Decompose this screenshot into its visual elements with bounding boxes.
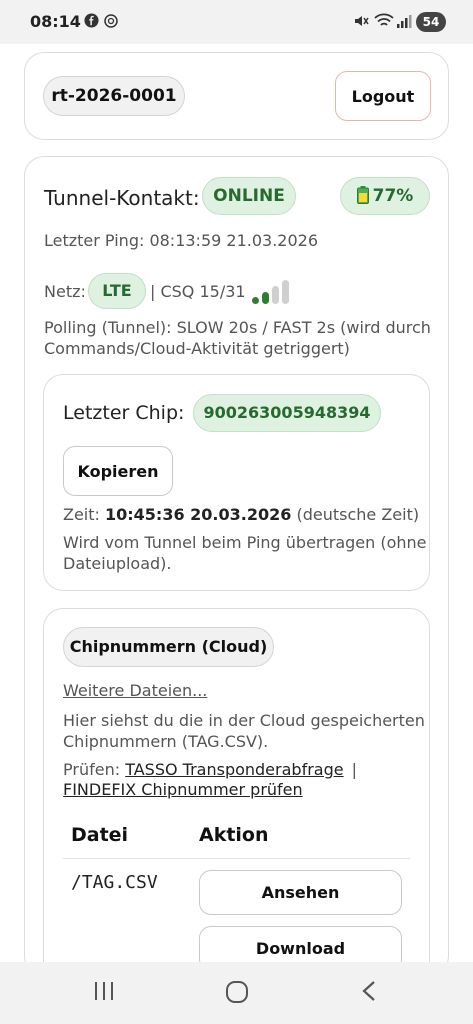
- more-files-link[interactable]: Weitere Dateien...: [63, 680, 207, 701]
- back-icon[interactable]: [360, 980, 378, 1008]
- chip-number-badge: 900263005948394: [193, 394, 381, 432]
- signal-bar: [272, 286, 279, 304]
- view-file-button[interactable]: Ansehen: [199, 870, 402, 915]
- navigation-bar: [0, 962, 473, 1024]
- tunnel-contact-label: Tunnel-Kontakt:: [44, 186, 200, 210]
- table-divider: [63, 858, 410, 859]
- check-prefix: Prüfen:: [63, 760, 126, 779]
- network-type-badge: LTE: [88, 273, 146, 309]
- battery-status-badge: 77%: [340, 177, 430, 215]
- chip-time-suffix: (deutsche Zeit): [291, 505, 420, 524]
- recent-apps-icon[interactable]: [93, 980, 115, 1008]
- cell-signal-icon: [396, 13, 412, 33]
- column-header-file: Datei: [71, 824, 129, 846]
- signal-bar: [282, 280, 289, 304]
- header-card: rt-2026-0001 Logout: [24, 52, 449, 140]
- column-header-action: Aktion: [199, 824, 269, 846]
- mute-icon: [353, 13, 369, 33]
- check-links-line: Prüfen: TASSO Transponderabfrage |: [63, 759, 357, 780]
- chip-time-text: Zeit: 10:45:36 20.03.2026 (deutsche Zeit…: [63, 504, 419, 525]
- logout-button[interactable]: Logout: [335, 71, 431, 121]
- last-ping-text: Letzter Ping: 08:13:59 21.03.2026: [44, 231, 318, 250]
- cloud-section-badge: Chipnummern (Cloud): [63, 627, 274, 667]
- polling-text-line1: Polling (Tunnel): SLOW 20s / FAST 2s (wi…: [44, 318, 431, 337]
- wifi-icon: [374, 13, 394, 33]
- findefix-link[interactable]: FINDEFIX Chipnummer prüfen: [63, 779, 303, 800]
- app-page: rt-2026-0001 Logout Tunnel-Kontakt: ONLI…: [0, 44, 473, 962]
- chip-time-value: 10:45:36 20.03.2026: [105, 505, 292, 524]
- copy-button[interactable]: Kopieren: [63, 446, 173, 496]
- cloud-desc-line2: Chipnummern (TAG.CSV).: [63, 732, 269, 751]
- signal-bar: [252, 297, 259, 304]
- chip-note-line2: Dateiupload).: [63, 554, 172, 573]
- tasso-link[interactable]: TASSO Transponderabfrage: [125, 760, 343, 779]
- device-id-badge: rt-2026-0001: [43, 76, 185, 116]
- polling-text-line2: Commands/Cloud-Aktivität getriggert): [44, 339, 350, 358]
- signal-bar: [262, 292, 269, 304]
- openai-icon: [103, 13, 119, 33]
- battery-level-badge: 54: [416, 12, 446, 32]
- link-separator: |: [351, 760, 357, 779]
- battery-icon: [356, 181, 369, 217]
- file-name-cell: /TAG.CSV: [71, 872, 158, 893]
- download-file-button[interactable]: Download: [199, 926, 402, 962]
- csq-text: | CSQ 15/31: [150, 282, 246, 301]
- network-label: Netz:: [44, 282, 86, 301]
- status-time: 08:14: [30, 12, 81, 31]
- home-icon[interactable]: [225, 980, 249, 1010]
- battery-percent: 77%: [372, 186, 414, 206]
- status-bar: 08:14 54: [0, 0, 473, 44]
- last-chip-label: Letzter Chip:: [63, 402, 185, 424]
- cloud-desc-line1: Hier siehst du die in der Cloud gespeich…: [63, 711, 425, 730]
- signal-strength-icon: [252, 278, 304, 304]
- facebook-icon: [84, 13, 99, 32]
- online-status-badge: ONLINE: [202, 177, 296, 215]
- chip-note-line1: Wird vom Tunnel beim Ping übertragen (oh…: [63, 533, 427, 552]
- chip-time-prefix: Zeit:: [63, 505, 105, 524]
